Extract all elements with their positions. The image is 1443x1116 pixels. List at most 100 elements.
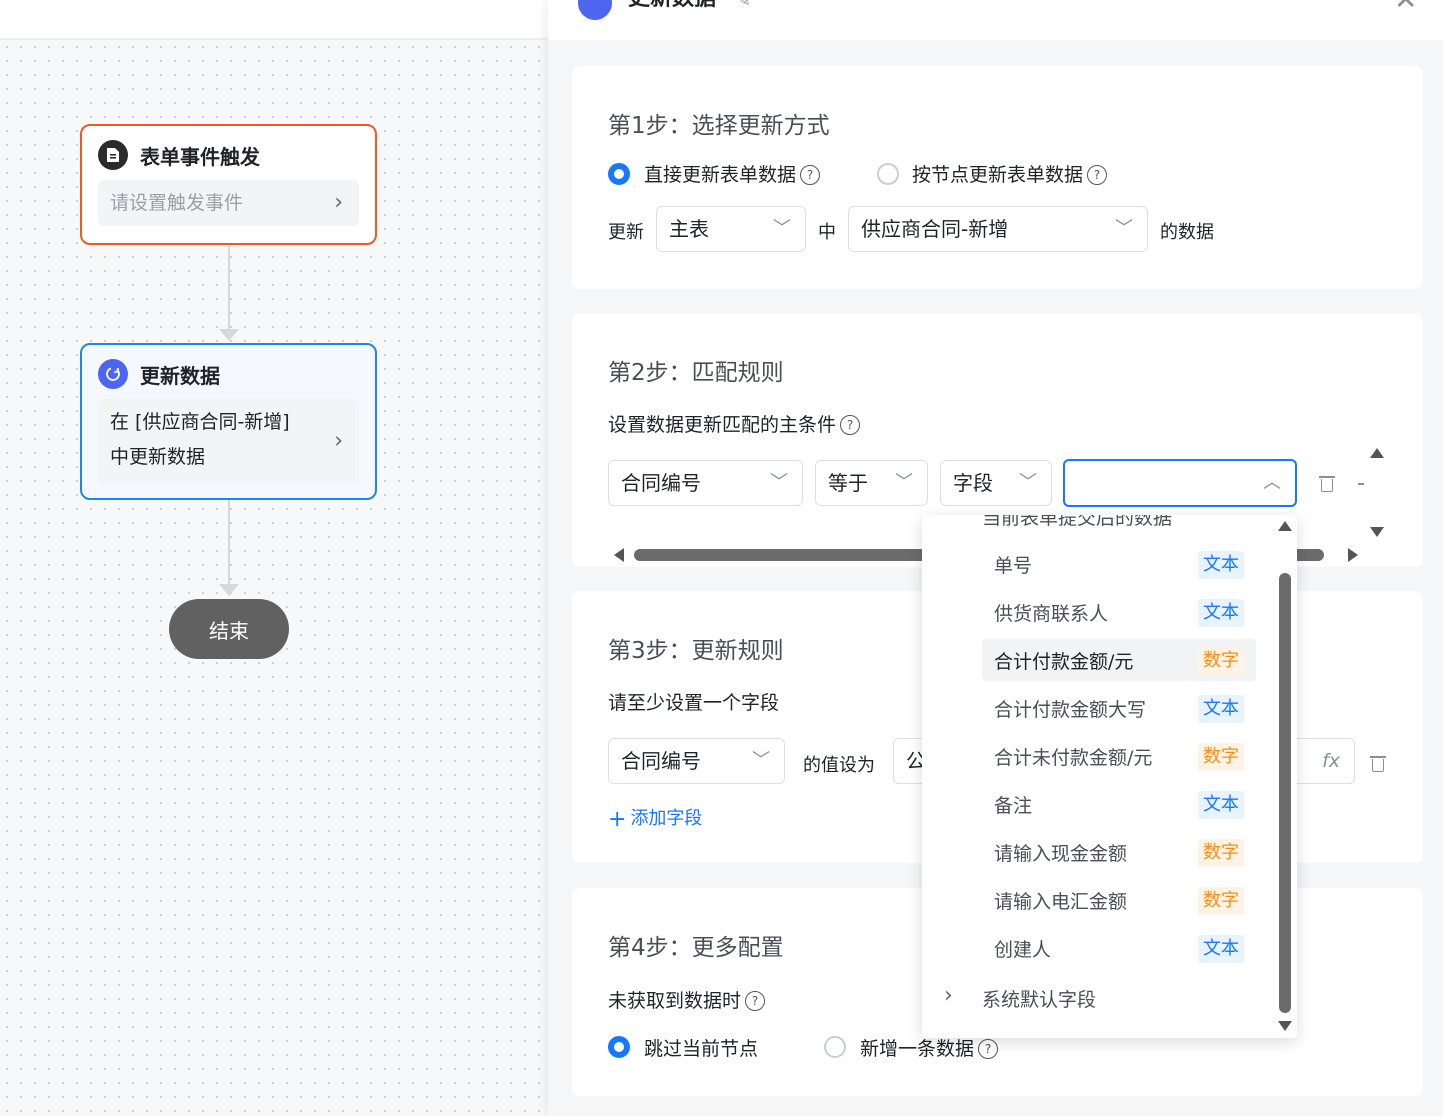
edit-icon[interactable]: ✎ [736,0,751,11]
field-type-badge: 数字 [1198,743,1244,771]
arrow-down-icon [219,584,239,596]
dropdown-option[interactable]: 请输入电汇金额 数字 [982,879,1256,921]
dropdown-option[interactable]: 创建人 文本 [982,927,1256,969]
dropdown-group-current[interactable]: 当前表单提交后的数据 [982,515,1172,530]
chevron-right-icon[interactable]: › [944,983,953,1008]
add-field-button[interactable]: + 添加字段 [608,804,702,832]
chevron-right-icon: › [334,428,343,454]
help-icon[interactable]: ? [978,1039,999,1059]
field-type-badge: 文本 [1198,935,1244,963]
radio-node-update-label[interactable]: 按节点更新表单数据? [912,160,1108,187]
chevron-up-icon: ︿ [1263,472,1281,493]
help-icon[interactable]: ? [745,991,766,1011]
radio-node-update[interactable] [877,163,899,185]
trigger-node-setting[interactable]: 请设置触发事件 › [98,180,359,226]
field-type-badge: 数字 [1198,839,1244,867]
chevron-right-icon: › [334,190,343,215]
middle-label: 中 [818,222,836,243]
help-icon[interactable]: ? [800,165,821,185]
connector-line [228,500,230,586]
dropdown-option[interactable]: 单号 文本 [982,543,1256,585]
match-field-select[interactable]: 合同编号 ﹀ [608,460,803,506]
value-set-label: 的值设为 [803,755,875,776]
delete-icon[interactable] [1319,474,1335,492]
chevron-down-icon: ﹀ [1115,218,1133,239]
arrow-down-icon [219,329,239,341]
step4-subtitle-text: 未获取到数据时 [608,990,742,1012]
fx-icon[interactable]: fx [1322,739,1340,783]
plus-icon: + [608,807,627,832]
option-add-record-text: 新增一条数据 [860,1038,975,1060]
dropdown-group-system[interactable]: 系统默认字段 [982,985,1096,1012]
match-value-select[interactable]: ︿ [1063,459,1297,507]
dropdown-option-label: 合计付款金额大写 [994,699,1147,721]
chevron-down-icon: ﹀ [773,218,791,239]
value-type-select[interactable]: 字段 ﹀ [940,460,1052,506]
chevron-down-icon[interactable]: ﹀ [944,515,962,529]
refresh-icon [578,0,612,20]
form-select[interactable]: 供应商合同-新增 ﹀ [848,206,1148,252]
option-node-update-text: 按节点更新表单数据 [912,164,1084,186]
scroll-down-icon[interactable] [1370,527,1384,537]
field-type-badge: 数字 [1198,887,1244,915]
scroll-up-icon[interactable] [1278,521,1292,531]
dropdown-option[interactable]: 合计未付款金额/元 数字 [982,735,1256,777]
field-type-badge: 文本 [1198,551,1244,579]
refresh-icon [98,359,128,389]
row-dash [1358,483,1364,485]
table-select-value: 主表 [669,217,709,241]
update-field-select[interactable]: 合同编号 ﹀ [608,738,785,784]
radio-add-record[interactable] [824,1036,846,1058]
update-node-setting[interactable]: 在 [供应商合同-新增] 中更新数据 › [98,399,359,483]
scroll-left-icon[interactable] [614,548,624,562]
chevron-down-icon: ﹀ [895,472,913,493]
trigger-node[interactable]: 表单事件触发 请设置触发事件 › [80,124,377,245]
connector-line [228,245,230,331]
update-data-node[interactable]: 更新数据 在 [供应商合同-新增] 中更新数据 › [80,343,377,500]
update-node-title: 更新数据 [140,363,220,388]
dropdown-option[interactable]: 合计付款金额大写 文本 [982,687,1256,729]
trigger-node-title: 表单事件触发 [140,144,260,169]
dropdown-option[interactable]: 备注 文本 [982,783,1256,825]
dropdown-option[interactable]: 请输入现金金额 数字 [982,831,1256,873]
drawer-header: 更新数据 ✎ ✕ [548,0,1443,40]
radio-direct-update-label[interactable]: 直接更新表单数据? [644,160,821,187]
value-type-value: 字段 [953,471,993,495]
dropdown-option-label: 备注 [994,795,1033,817]
dropdown-option[interactable]: 供货商联系人 文本 [982,591,1256,633]
form-document-icon [98,140,128,170]
chevron-down-icon: ﹀ [752,750,770,771]
canvas-topbar [0,0,548,40]
dropdown-option-label: 单号 [994,555,1033,577]
radio-add-record-label[interactable]: 新增一条数据? [860,1034,999,1061]
radio-skip-node[interactable] [608,1036,630,1058]
radio-direct-update[interactable] [608,163,630,185]
step3-title: 第3步：更新规则 [608,638,784,664]
dropdown-scrollbar[interactable] [1279,573,1291,1013]
form-select-value: 供应商合同-新增 [861,217,1009,241]
radio-skip-node-label[interactable]: 跳过当前节点 [644,1034,758,1061]
dropdown-option[interactable]: 合计付款金额/元 数字 [982,639,1256,681]
scroll-up-icon[interactable] [1370,448,1384,458]
delete-icon[interactable] [1370,754,1386,772]
table-select[interactable]: 主表 ﹀ [656,206,806,252]
scroll-down-icon[interactable] [1278,1021,1292,1031]
close-icon[interactable]: ✕ [1394,0,1417,14]
dropdown-option-label: 请输入电汇金额 [994,891,1128,913]
help-icon[interactable]: ? [840,415,861,435]
update-field-value: 合同编号 [621,749,701,773]
add-field-text: 添加字段 [630,808,703,829]
dropdown-option-label: 创建人 [994,939,1052,961]
field-type-badge: 文本 [1198,791,1244,819]
step4-title: 第4步：更多配置 [608,935,784,961]
dropdown-option-label: 供货商联系人 [994,603,1109,625]
scroll-right-icon[interactable] [1348,548,1358,562]
field-type-badge: 数字 [1198,647,1244,675]
end-node[interactable]: 结束 [169,599,289,659]
dropdown-option-label: 合计付款金额/元 [994,651,1134,673]
step3-subtitle: 请至少设置一个字段 [608,692,780,714]
operator-select[interactable]: 等于 ﹀ [815,460,928,506]
step2-title: 第2步：匹配规则 [608,360,784,386]
step2-subtitle: 设置数据更新匹配的主条件? [608,410,861,437]
help-icon[interactable]: ? [1087,165,1108,185]
